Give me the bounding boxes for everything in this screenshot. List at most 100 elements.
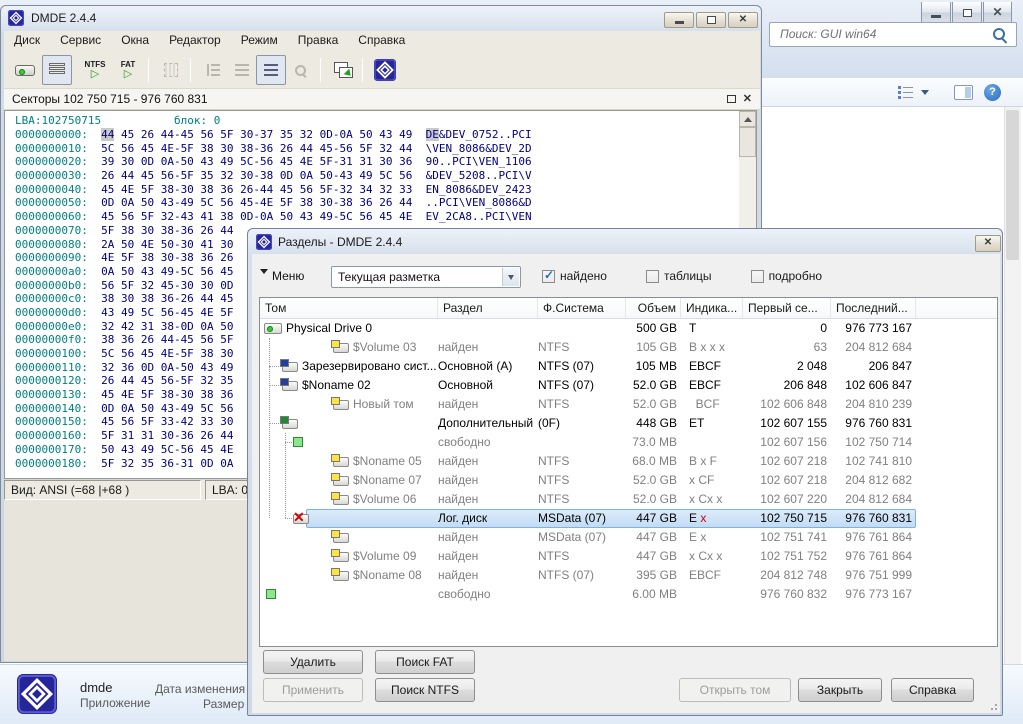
partition-row-13[interactable]: $Noname 08найденNTFS (07)395 GBEBCF204 8…: [260, 566, 997, 585]
partition-row-11[interactable]: найденMSData (07)447 GBE x102 751 741976…: [260, 528, 997, 547]
partition-row-5[interactable]: Дополнительный(0F)448 GBET102 607 155976…: [260, 414, 997, 433]
partition-row-1[interactable]: $Volume 03найденNTFS105 GBB x x x63204 8…: [260, 338, 997, 357]
dialog-title: Разделы - DMDE 2.4.4: [278, 235, 402, 249]
open-volume-button[interactable]: Открыть том: [679, 678, 791, 702]
date-modified-label: Дата изменения: [155, 682, 245, 696]
maximize-icon[interactable]: [727, 95, 736, 103]
explorer-search-input[interactable]: Поиск: GUI win64: [769, 22, 1017, 47]
primary-icon: [280, 378, 298, 391]
volumes-button[interactable]: [42, 55, 72, 85]
checked-icon: [542, 270, 555, 283]
partition-row-3[interactable]: $Noname 02ОсновнойNTFS (07)52.0 GBEBCF20…: [260, 376, 997, 395]
dialog-checkboxes: найдено таблицы подробно: [542, 269, 822, 283]
partition-row-10[interactable]: Лог. дискMSData (07)447 GBE x102 750 715…: [260, 509, 997, 528]
menu-item-6[interactable]: Справка: [348, 31, 415, 50]
column-header-7[interactable]: Последний...: [831, 298, 916, 319]
toolbar-separator: [362, 58, 363, 82]
menu-item-0[interactable]: Диск: [4, 31, 50, 50]
main-restore-button[interactable]: [696, 12, 726, 28]
view-mode-icon[interactable]: [898, 85, 914, 99]
hex-row: 0000000050: 0D 0A 50 43-49 5C 56 45-4E 5…: [15, 196, 532, 210]
main-close-button[interactable]: ✕: [728, 12, 758, 28]
layout-combobox[interactable]: Текущая разметка: [331, 266, 521, 288]
checkbox-подробно[interactable]: подробно: [751, 269, 822, 283]
menu-item-4[interactable]: Режим: [231, 31, 288, 50]
close-button[interactable]: Закрыть: [798, 678, 882, 702]
search-ntfs-button[interactable]: Поиск NTFS: [375, 678, 475, 702]
combobox-value: Текущая разметка: [338, 270, 440, 284]
preview-pane-icon[interactable]: [954, 85, 973, 100]
volumes-icon: [49, 63, 65, 78]
column-header-5[interactable]: Индика...: [681, 298, 743, 319]
chevron-down-icon: [508, 275, 514, 283]
partition-row-9[interactable]: $Volume 06найденNTFS52.0 GBx Cx x102 607…: [260, 490, 997, 509]
windows-arrow-icon: [334, 62, 353, 78]
dmde-logo-icon: [374, 59, 396, 81]
new-scan-button[interactable]: [156, 55, 186, 85]
tree-view-button[interactable]: [198, 55, 228, 85]
dialog-close-button[interactable]: ✕: [975, 235, 1001, 252]
search-fat-button[interactable]: Поиск FAT: [375, 650, 475, 674]
scroll-up-button[interactable]: [739, 111, 756, 127]
explorer-scrollbar-thumb[interactable]: [1006, 110, 1019, 260]
sector-bar: Секторы 102 750 715 - 976 760 831 ✕: [4, 89, 760, 110]
hex-row: 0000000010: 5C 56 45 4E-5F 38 30 38-36 2…: [15, 142, 532, 156]
column-header-filler[interactable]: [916, 298, 998, 319]
dmde-home-button[interactable]: [370, 55, 400, 85]
volume-icon: [331, 549, 349, 562]
dialog-menu-button[interactable]: Меню: [260, 269, 304, 283]
dmde-logo-icon: [256, 234, 272, 250]
column-header-2[interactable]: Раздел: [438, 298, 538, 319]
partition-row-6[interactable]: свободно73.0 MB102 607 156102 750 714: [260, 433, 997, 452]
column-header-4[interactable]: Объем: [626, 298, 681, 319]
apply-button[interactable]: Применить: [263, 678, 363, 702]
open-volume-button[interactable]: [328, 55, 358, 85]
ntfs-search-button[interactable]: NTFS ▷: [80, 55, 110, 85]
details-view-button[interactable]: [256, 55, 286, 85]
close-icon: ✕: [984, 2, 1011, 23]
menu-item-2[interactable]: Окна: [111, 31, 159, 50]
menu-item-5[interactable]: Правка: [288, 31, 349, 50]
minimize-icon: [931, 15, 941, 18]
disk-button[interactable]: [10, 55, 40, 85]
view-mode-dropdown-icon[interactable]: [921, 90, 929, 99]
main-window-title: DMDE 2.4.4: [31, 11, 96, 25]
partition-row-7[interactable]: $Noname 05найденNTFS68.0 MBB x F102 607 …: [260, 452, 997, 471]
minimize-icon: [675, 21, 684, 24]
checkbox-таблицы[interactable]: таблицы: [646, 269, 712, 283]
partition-row-12[interactable]: $Volume 09найденNTFS447 GBx Cx x102 751 …: [260, 547, 997, 566]
combobox-dropdown[interactable]: [502, 268, 519, 286]
help-icon[interactable]: ?: [984, 84, 1001, 101]
resize-grip[interactable]: [987, 700, 997, 710]
search-view-button[interactable]: [285, 55, 315, 85]
list-view-button[interactable]: [227, 55, 257, 85]
menu-item-3[interactable]: Редактор: [159, 31, 231, 50]
partition-row-8[interactable]: $Noname 07найденNTFS52.0 GBx CF102 607 2…: [260, 471, 997, 490]
disk-icon: [15, 65, 35, 76]
column-header-3[interactable]: Ф.Система: [538, 298, 626, 319]
restore-icon: [707, 16, 716, 24]
partition-row-2[interactable]: Зарезервировано сист...Основной (А)NTFS …: [260, 357, 997, 376]
search-icon[interactable]: [993, 28, 1008, 43]
column-header-6[interactable]: Первый се...: [743, 298, 831, 319]
volume-icon: [331, 397, 349, 410]
volume-icon: [331, 454, 349, 467]
delete-button[interactable]: Удалить: [263, 650, 363, 674]
partition-row-14[interactable]: свободно6.00 MB976 760 832976 773 167: [260, 585, 997, 604]
scrollbar-thumb[interactable]: [739, 127, 756, 157]
search-icon: [294, 64, 307, 77]
toolbar-separator: [148, 58, 149, 82]
toolbar: NTFS ▷ FAT ▷: [4, 50, 760, 89]
fat-search-button[interactable]: FAT ▷: [113, 55, 143, 85]
checkbox-найдено[interactable]: найдено: [542, 269, 607, 283]
partition-row-4[interactable]: Новый томнайденNTFS52.0 GB BCF102 606 84…: [260, 395, 997, 414]
column-header-1[interactable]: Том: [260, 298, 438, 319]
help-button[interactable]: Справка: [891, 678, 974, 702]
primary-icon: [280, 359, 298, 372]
main-minimize-button[interactable]: [664, 12, 694, 28]
partitions-table: ТомРазделФ.СистемаОбъемИндика...Первый с…: [259, 297, 998, 647]
unchecked-icon: [646, 270, 659, 283]
menu-item-1[interactable]: Сервис: [50, 31, 111, 50]
partition-row-0[interactable]: Physical Drive 0500 GBT0976 773 167: [260, 319, 997, 338]
close-icon[interactable]: ✕: [743, 92, 752, 106]
